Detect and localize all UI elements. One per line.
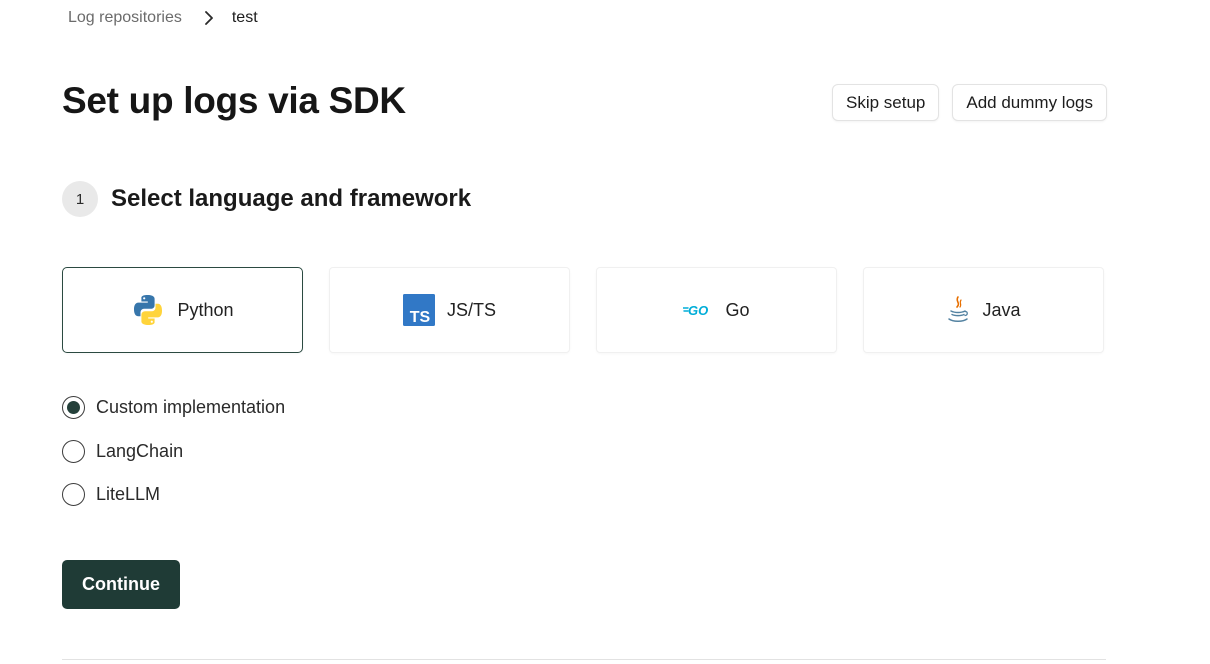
continue-button[interactable]: Continue: [62, 560, 180, 609]
breadcrumb: Log repositories test: [68, 9, 258, 27]
breadcrumb-log-repositories-link[interactable]: Log repositories: [68, 9, 182, 27]
step-number-badge: 1: [62, 181, 98, 217]
radio-option-custom-implementation[interactable]: Custom implementation: [62, 394, 285, 421]
divider: [62, 659, 1106, 660]
language-label: Go: [725, 299, 750, 320]
language-card-java[interactable]: Java: [863, 267, 1104, 353]
language-label: Python: [177, 299, 234, 320]
svg-text:TS: TS: [410, 309, 431, 326]
language-card-go[interactable]: GO Go: [596, 267, 837, 353]
radio-button[interactable]: [62, 439, 85, 463]
radio-label: Custom implementation: [96, 397, 286, 417]
page-title: Set up logs via SDK: [62, 80, 406, 121]
radio-button[interactable]: [62, 483, 85, 506]
language-selector: Python TS JS/TS GO Go Java: [62, 267, 1104, 353]
setup-page: Log repositories test Set up logs via SD…: [0, 0, 1210, 664]
radio-label: LiteLLM: [96, 484, 161, 504]
language-card-jsts[interactable]: TS JS/TS: [329, 267, 570, 353]
framework-radio-group: Custom implementation LangChain LiteLLM: [62, 394, 285, 525]
python-icon: [131, 293, 165, 327]
radio-button-checked[interactable]: [62, 396, 85, 419]
svg-text:GO: GO: [688, 303, 708, 318]
radio-label: LangChain: [96, 440, 184, 461]
add-dummy-logs-button[interactable]: Add dummy logs: [952, 84, 1107, 121]
typescript-icon: TS: [402, 294, 435, 326]
step-header: 1 Select language and framework: [62, 181, 471, 217]
radio-option-litellm[interactable]: LiteLLM: [62, 481, 285, 508]
language-label: JS/TS: [446, 299, 496, 320]
language-label: Java: [982, 299, 1021, 320]
chevron-right-icon: [204, 11, 214, 25]
radio-dot: [67, 401, 80, 414]
java-icon: [946, 295, 970, 325]
header-actions: Skip setup Add dummy logs: [831, 84, 1107, 121]
radio-option-langchain[interactable]: LangChain: [62, 438, 285, 465]
go-icon: GO: [683, 302, 713, 318]
skip-setup-button[interactable]: Skip setup: [831, 84, 940, 121]
breadcrumb-current: test: [231, 9, 258, 26]
language-card-python[interactable]: Python: [62, 267, 303, 353]
step-title: Select language and framework: [111, 185, 472, 212]
